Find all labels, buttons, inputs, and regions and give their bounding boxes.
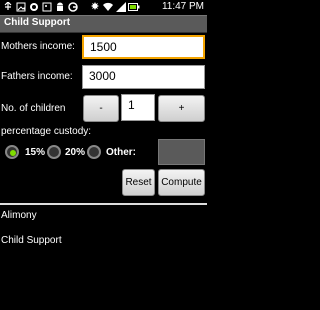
- custody-other-radio[interactable]: [87, 145, 101, 159]
- custody-20-label: 20%: [65, 147, 86, 158]
- custody-other-label: Other:: [106, 147, 136, 158]
- app-title-bar: Child Support: [0, 15, 207, 33]
- bug-icon: [30, 3, 38, 11]
- children-increment-button[interactable]: +: [158, 95, 205, 122]
- g-icon: [68, 2, 78, 12]
- custody-15-radio[interactable]: [5, 145, 19, 159]
- custody-label: percentage custody:: [1, 126, 92, 137]
- children-decrement-button[interactable]: -: [83, 95, 119, 122]
- reset-button[interactable]: Reset: [122, 169, 155, 196]
- alimony-label: Alimony: [1, 210, 37, 221]
- compute-button[interactable]: Compute: [158, 169, 205, 196]
- custody-other-input[interactable]: [158, 139, 205, 165]
- image-icon: [16, 2, 26, 12]
- signal-icon: [116, 2, 126, 12]
- fathers-income-label: Fathers income:: [1, 71, 73, 82]
- battery-icon: [128, 3, 140, 11]
- custody-15-label: 15%: [25, 147, 46, 158]
- mothers-income-input[interactable]: 1500: [82, 35, 205, 59]
- status-time: 11:47 PM: [161, 1, 204, 12]
- status-bar: 11:47 PM: [0, 0, 207, 14]
- children-label: No. of children: [1, 103, 66, 114]
- wifi-icon: [103, 2, 113, 12]
- children-count-input[interactable]: 1: [121, 94, 155, 121]
- mothers-income-label: Mothers income:: [1, 41, 75, 52]
- image-icon: [42, 2, 52, 12]
- android-icon: [57, 2, 63, 11]
- child-support-label: Child Support: [1, 235, 62, 246]
- sync-icon: [91, 2, 99, 10]
- custody-20-radio[interactable]: [47, 145, 61, 159]
- fathers-income-input[interactable]: 3000: [82, 65, 205, 89]
- results-divider: [0, 203, 207, 205]
- app-title: Child Support: [4, 17, 71, 28]
- usb-icon: [4, 2, 12, 10]
